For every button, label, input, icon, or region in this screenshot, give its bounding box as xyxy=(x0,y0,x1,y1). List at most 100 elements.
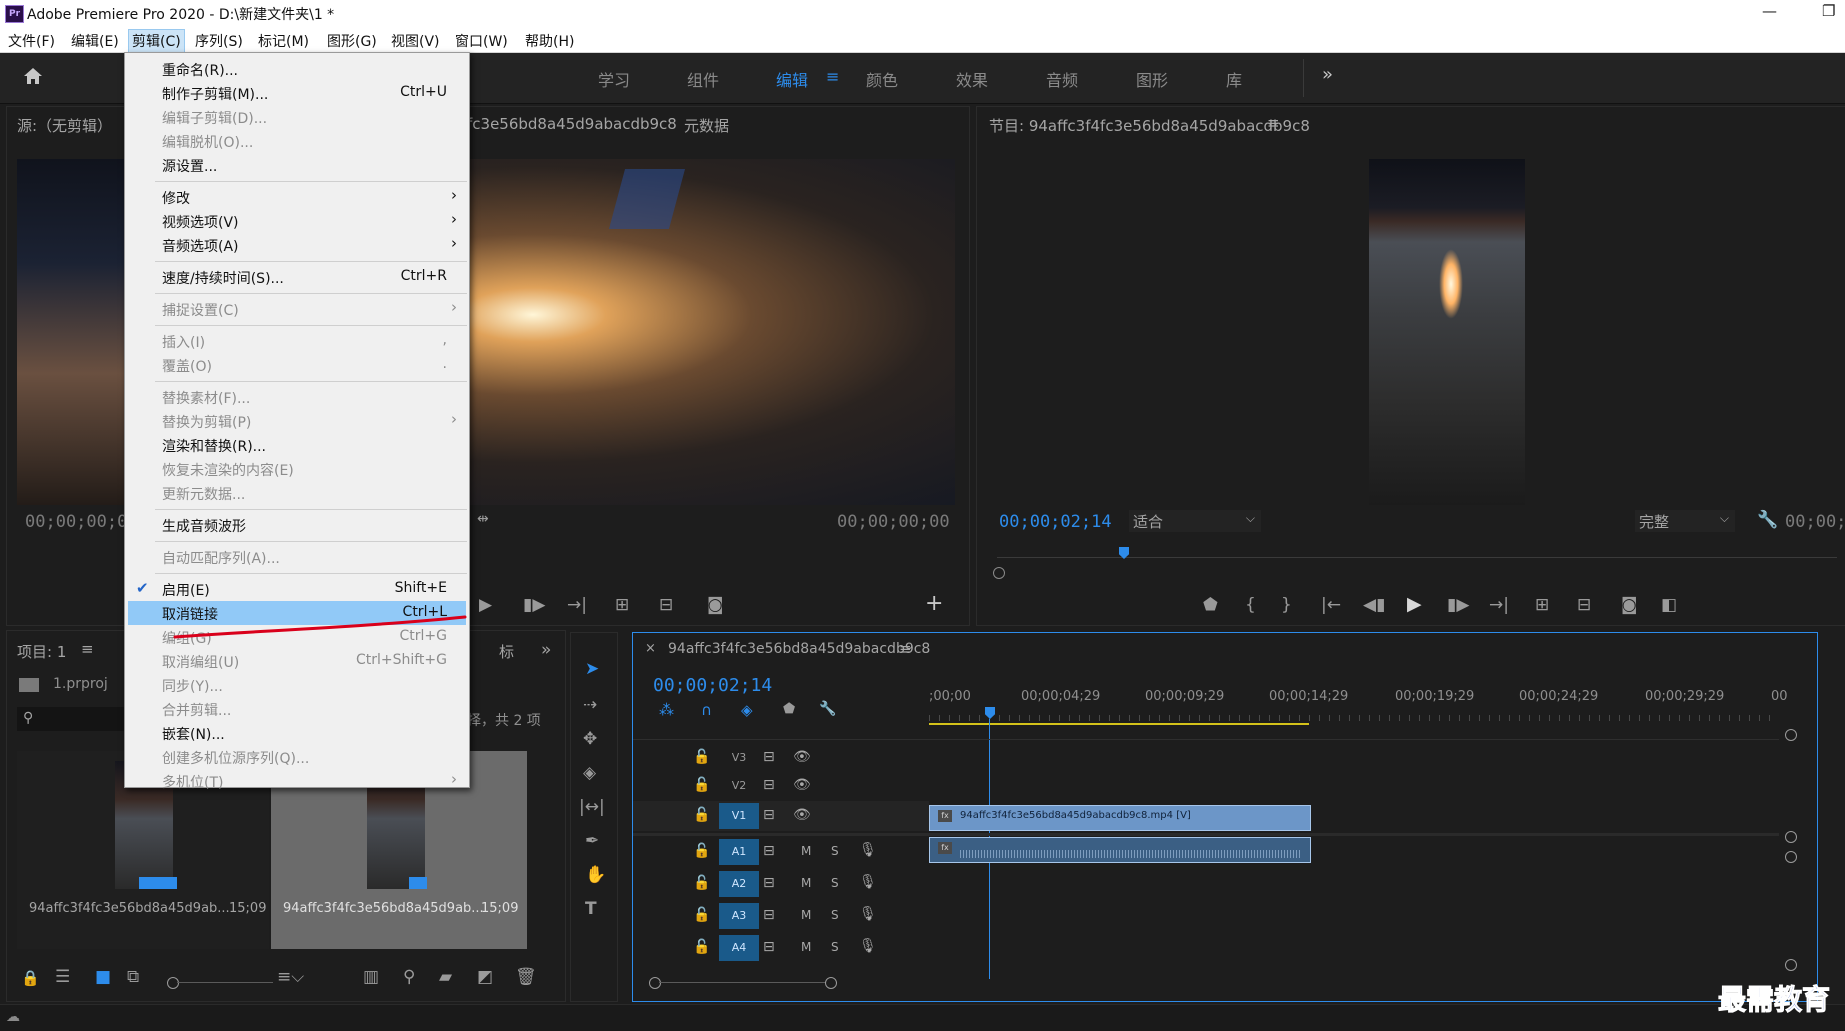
microphone-icon[interactable]: 🎙 xyxy=(859,874,877,890)
timeline-timecode[interactable]: 00;00;02;14 xyxy=(653,675,772,696)
audio-clip[interactable]: fx xyxy=(929,837,1311,863)
menu-item-speed-duration[interactable]: 速度/持续时间(S)... Ctrl+R xyxy=(125,265,469,289)
workspace-tab-learn[interactable]: 学习 xyxy=(598,67,630,91)
type-tool-icon[interactable]: T xyxy=(585,899,597,919)
eye-icon[interactable]: 👁 xyxy=(793,807,811,823)
step-forward-icon[interactable]: ▮▶ xyxy=(1447,595,1469,615)
program-settings-wrench-icon[interactable]: 🔧 xyxy=(1757,510,1778,530)
hand-tool-icon[interactable]: ✋ xyxy=(585,865,606,885)
menu-item-render-and-replace[interactable]: 渲染和替换(R)... xyxy=(125,433,469,457)
snap-magnet-icon[interactable]: ∩ xyxy=(701,701,712,719)
track-select-tool-icon[interactable]: ⇢ xyxy=(583,695,597,715)
workspace-tab-effects[interactable]: 效果 xyxy=(956,67,988,91)
ripple-edit-tool-icon[interactable]: ✥ xyxy=(583,729,597,749)
menu-item-enable[interactable]: ✔ 启用(E) Shift+E xyxy=(125,577,469,601)
sync-lock-icon[interactable]: ⊟ xyxy=(763,907,775,923)
menu-edit[interactable]: 编辑(E) xyxy=(68,30,122,52)
solo-button[interactable]: S xyxy=(831,876,839,890)
source-export-frame-icon[interactable]: ◙ xyxy=(707,595,724,615)
menu-clip[interactable]: 剪辑(C) xyxy=(128,29,185,53)
eye-icon[interactable]: 👁 xyxy=(793,749,811,765)
microphone-icon[interactable]: 🎙 xyxy=(859,842,877,858)
audio-scroll-handle[interactable] xyxy=(1785,959,1797,971)
workspace-tab-graphics[interactable]: 图形 xyxy=(1136,67,1168,91)
find-icon[interactable]: ⚲ xyxy=(403,967,415,987)
sort-icon[interactable]: ≡⌵ xyxy=(277,967,304,987)
mark-out-icon[interactable]: } xyxy=(1281,595,1292,615)
panel-overflow-icon[interactable]: » xyxy=(541,640,551,660)
menu-marker[interactable]: 标记(M) xyxy=(255,30,312,52)
menu-item-rename[interactable]: 重命名(R)... xyxy=(125,57,469,81)
source-panel-title[interactable]: 源:（无剪辑） xyxy=(17,115,112,136)
track-label-v2[interactable]: V2 xyxy=(719,773,759,799)
minimize-button[interactable]: — xyxy=(1762,2,1777,20)
timeline-zoom-start-handle[interactable] xyxy=(649,977,661,989)
new-bin-icon[interactable]: ▰ xyxy=(439,967,452,987)
metadata-tab[interactable]: 元数据 xyxy=(684,115,729,136)
close-icon[interactable]: × xyxy=(645,641,656,656)
mute-button[interactable]: M xyxy=(801,844,811,858)
track-label-a3[interactable]: A3 xyxy=(719,903,759,929)
export-frame-icon[interactable]: ◙ xyxy=(1621,595,1638,615)
lock-icon[interactable]: 🔓 xyxy=(693,749,710,765)
freeform-view-icon[interactable]: ⧉ xyxy=(127,967,139,987)
thumbnail-size-slider[interactable] xyxy=(167,977,179,989)
timeline-zoom-bar[interactable] xyxy=(659,982,825,983)
pen-tool-icon[interactable]: ✒ xyxy=(585,831,599,851)
mark-in-icon[interactable]: { xyxy=(1245,595,1256,615)
add-marker-icon[interactable]: ⬟ xyxy=(783,701,795,717)
solo-button[interactable]: S xyxy=(831,940,839,954)
menu-item-modify[interactable]: 修改 › xyxy=(125,185,469,209)
menu-graphics[interactable]: 图形(G) xyxy=(324,30,380,52)
go-to-in-icon[interactable]: |← xyxy=(1321,595,1341,615)
lock-icon[interactable]: 🔓 xyxy=(693,777,710,793)
sequence-menu-icon[interactable]: ≡ xyxy=(899,640,912,658)
menu-view[interactable]: 视图(V) xyxy=(388,30,443,52)
source-play-icon[interactable]: ▶ xyxy=(479,595,492,615)
lock-icon[interactable]: 🔓 xyxy=(693,843,710,859)
workspace-tab-assembly[interactable]: 组件 xyxy=(687,67,719,91)
lock-icon[interactable]: 🔒 xyxy=(21,969,40,987)
razor-tool-icon[interactable]: ◈ xyxy=(583,763,596,783)
workspace-menu-icon[interactable]: ≡ xyxy=(826,67,839,86)
play-icon[interactable]: ▶ xyxy=(1407,593,1422,615)
mute-button[interactable]: M xyxy=(801,940,811,954)
eye-icon[interactable]: 👁 xyxy=(793,777,811,793)
program-quality-select[interactable]: 完整 ⌵ xyxy=(1635,510,1735,532)
solo-button[interactable]: S xyxy=(831,908,839,922)
workspace-tab-color[interactable]: 颜色 xyxy=(866,67,898,91)
mute-button[interactable]: M xyxy=(801,908,811,922)
lock-icon[interactable]: 🔓 xyxy=(693,939,710,955)
sync-lock-icon[interactable]: ⊟ xyxy=(763,807,775,823)
menu-item-video-options[interactable]: 视频选项(V) › xyxy=(125,209,469,233)
source-clip-tab[interactable]: fc3e56bd8a45d9abacdb9c8 xyxy=(467,115,677,133)
sync-lock-icon[interactable]: ⊟ xyxy=(763,939,775,955)
sync-lock-icon[interactable]: ⊟ xyxy=(763,843,775,859)
sync-lock-icon[interactable]: ⊟ xyxy=(763,875,775,891)
project-search-input[interactable]: ⚲ xyxy=(17,707,133,731)
video-scroll-handle[interactable] xyxy=(1785,831,1797,843)
lift-icon[interactable]: ⊞ xyxy=(1535,595,1549,615)
menu-item-generate-waveform[interactable]: 生成音频波形 xyxy=(125,513,469,537)
automate-to-sequence-icon[interactable]: ▥ xyxy=(363,967,379,987)
track-label-v1[interactable]: V1 xyxy=(719,803,759,829)
lock-icon[interactable]: 🔓 xyxy=(693,907,710,923)
menu-item-nest[interactable]: 嵌套(N)... xyxy=(125,721,469,745)
menu-window[interactable]: 窗口(W) xyxy=(452,30,511,52)
menu-sequence[interactable]: 序列(S) xyxy=(192,30,246,52)
source-step-forward-icon[interactable]: ▮▶ xyxy=(523,595,545,615)
workspace-tab-editing[interactable]: 编辑 xyxy=(776,67,808,91)
source-go-to-out-icon[interactable]: →| xyxy=(567,595,587,615)
sync-lock-icon[interactable]: ⊟ xyxy=(763,749,775,765)
program-panel-title[interactable]: 节目: 94affc3f4fc3e56bd8a45d9abacdb9c8 xyxy=(989,115,1310,136)
track-label-a4[interactable]: A4 xyxy=(719,935,759,961)
program-timecode[interactable]: 00;00;02;14 xyxy=(999,512,1112,532)
program-fit-select[interactable]: 适合 ⌵ xyxy=(1129,510,1261,532)
workspace-overflow-button[interactable]: » xyxy=(1322,64,1333,85)
program-zoom-handle[interactable] xyxy=(993,567,1005,579)
go-to-out-icon[interactable]: →| xyxy=(1489,595,1509,615)
timeline-zoom-end-handle[interactable] xyxy=(825,977,837,989)
project-panel-menu-icon[interactable]: ≡ xyxy=(81,640,94,658)
linked-selection-icon[interactable]: ◈ xyxy=(741,701,753,719)
source-fit-icon[interactable]: ⇹ xyxy=(477,511,489,527)
